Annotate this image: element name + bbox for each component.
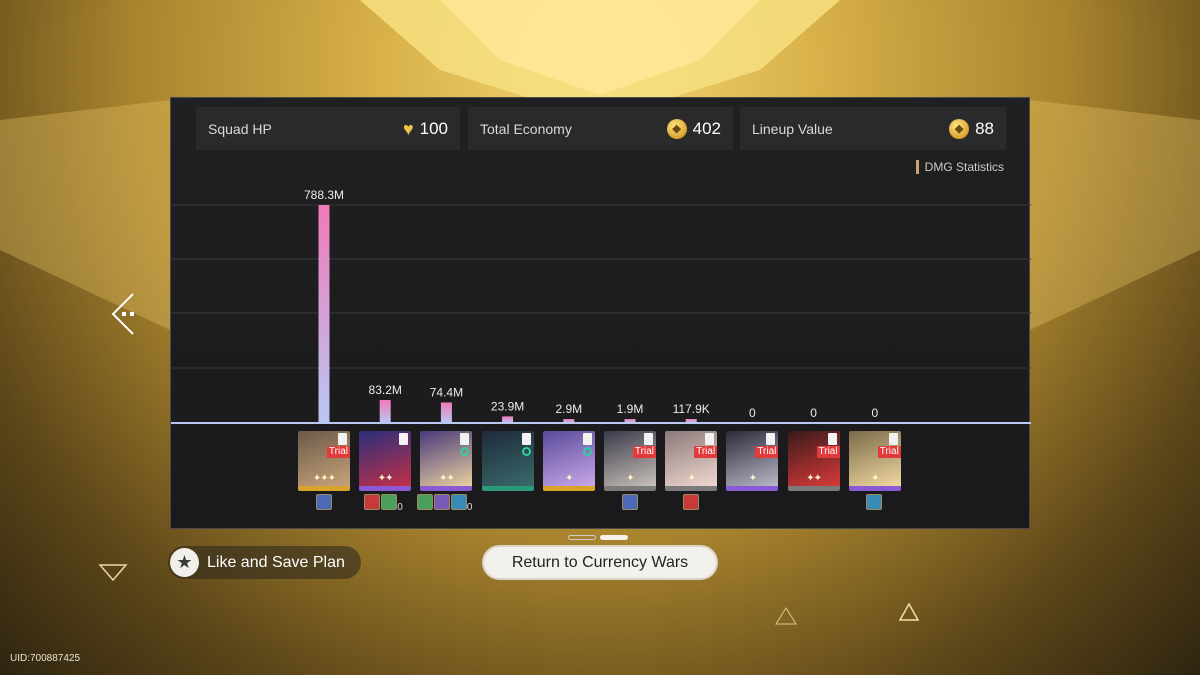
return-to-currency-wars-button[interactable]: Return to Currency Wars (482, 545, 718, 580)
star-rank-icon: ✦✦✦ (312, 473, 336, 484)
rarity-bar (604, 486, 656, 491)
rarity-bar (665, 486, 718, 491)
damage-value-label: 0 (810, 406, 817, 420)
page-indicator (568, 535, 628, 540)
damage-statistics-panel: Squad HP ♥ 100 Total Economy ◆ 402 Lineu… (170, 97, 1031, 529)
rarity-bar (359, 486, 412, 491)
relic-item-icon[interactable] (682, 494, 699, 510)
card-icon (338, 433, 347, 445)
damage-value-label: 23.9M (491, 399, 524, 413)
page-dot[interactable] (568, 535, 596, 540)
character-portrait[interactable]: ✦ (542, 431, 595, 491)
trial-badge: Trial (694, 446, 718, 458)
page-dot-active[interactable] (600, 535, 628, 540)
character-portrait[interactable]: Trial ✦ (665, 431, 718, 491)
trial-badge: Trial (755, 446, 779, 458)
character-portrait[interactable]: Trial ✦ (848, 431, 901, 491)
damage-bar (318, 205, 330, 423)
rarity-bar (481, 486, 534, 491)
character-portrait[interactable]: Trial ✦✦✦ (298, 431, 350, 491)
rarity-bar (787, 486, 840, 491)
character-portrait[interactable]: Trial ✦ (604, 431, 656, 491)
return-button-label: Return to Currency Wars (511, 553, 689, 571)
trial-badge: Trial (326, 446, 350, 458)
character-portrait[interactable]: ✦✦ (359, 431, 412, 491)
rarity-bar (726, 486, 779, 491)
relic-item-icon[interactable] (450, 494, 467, 510)
damage-value-label: 788.3M (304, 188, 344, 202)
rarity-bar (420, 486, 473, 491)
card-icon (705, 433, 715, 445)
card-icon (460, 433, 470, 445)
damage-bar (379, 399, 391, 423)
relic-item-icon[interactable] (433, 494, 450, 510)
rarity-bar (848, 486, 901, 491)
relic-item-icon[interactable] (364, 494, 381, 510)
relic-item-icon[interactable] (866, 494, 883, 510)
item-count: 0 (397, 502, 403, 513)
star-icon: ★ (170, 548, 199, 577)
star-rank-icon: ✦ (626, 473, 634, 484)
like-save-plan-button[interactable]: ★ Like and Save Plan (168, 546, 361, 579)
star-rank-icon: ✦ (565, 473, 573, 484)
relic-item-icon[interactable] (416, 494, 433, 510)
damage-value-label: 2.9M (555, 402, 582, 416)
trial-badge: Trial (877, 446, 901, 458)
star-rank-icon: ✦ (871, 473, 879, 484)
card-icon (644, 433, 653, 445)
ring-icon (521, 447, 531, 456)
damage-value-label: 83.2M (369, 383, 402, 397)
damage-value-label: 117.9K (673, 402, 710, 416)
user-id: UID:700887425 (10, 653, 81, 664)
star-rank-icon: ✦ (748, 473, 757, 484)
damage-value-label: 1.9M (617, 402, 644, 416)
relic-item-icon[interactable] (381, 494, 398, 510)
card-icon (521, 433, 531, 445)
damage-bar (440, 402, 452, 423)
like-save-plan-label: Like and Save Plan (207, 553, 345, 571)
back-arrow-icon[interactable] (105, 290, 145, 340)
star-rank-icon: ✦✦ (439, 473, 455, 484)
damage-value-label: 74.4M (430, 385, 463, 399)
damage-value-label: 0 (871, 406, 878, 420)
character-portrait[interactable] (481, 431, 534, 491)
character-portrait[interactable]: Trial ✦✦ (787, 431, 840, 491)
character-portrait[interactable]: Trial ✦ (726, 431, 779, 491)
trial-badge: Trial (632, 446, 656, 458)
star-rank-icon: ✦ (687, 473, 695, 484)
rarity-bar (298, 486, 350, 491)
card-icon (888, 433, 898, 445)
item-count: 0 (466, 502, 473, 513)
damage-value-label: 0 (749, 406, 756, 420)
card-icon (827, 433, 837, 445)
star-rank-icon: ✦✦ (377, 473, 394, 484)
card-icon (399, 433, 409, 445)
card-icon (766, 433, 776, 445)
card-icon (582, 433, 592, 445)
relic-item-icon[interactable] (621, 494, 638, 510)
relic-item-icon[interactable] (315, 494, 332, 510)
star-rank-icon: ✦✦ (806, 473, 822, 484)
character-portrait[interactable]: ✦✦ (420, 431, 473, 491)
trial-badge: Trial (816, 446, 840, 458)
ring-icon (582, 447, 592, 456)
rarity-bar (542, 486, 595, 491)
